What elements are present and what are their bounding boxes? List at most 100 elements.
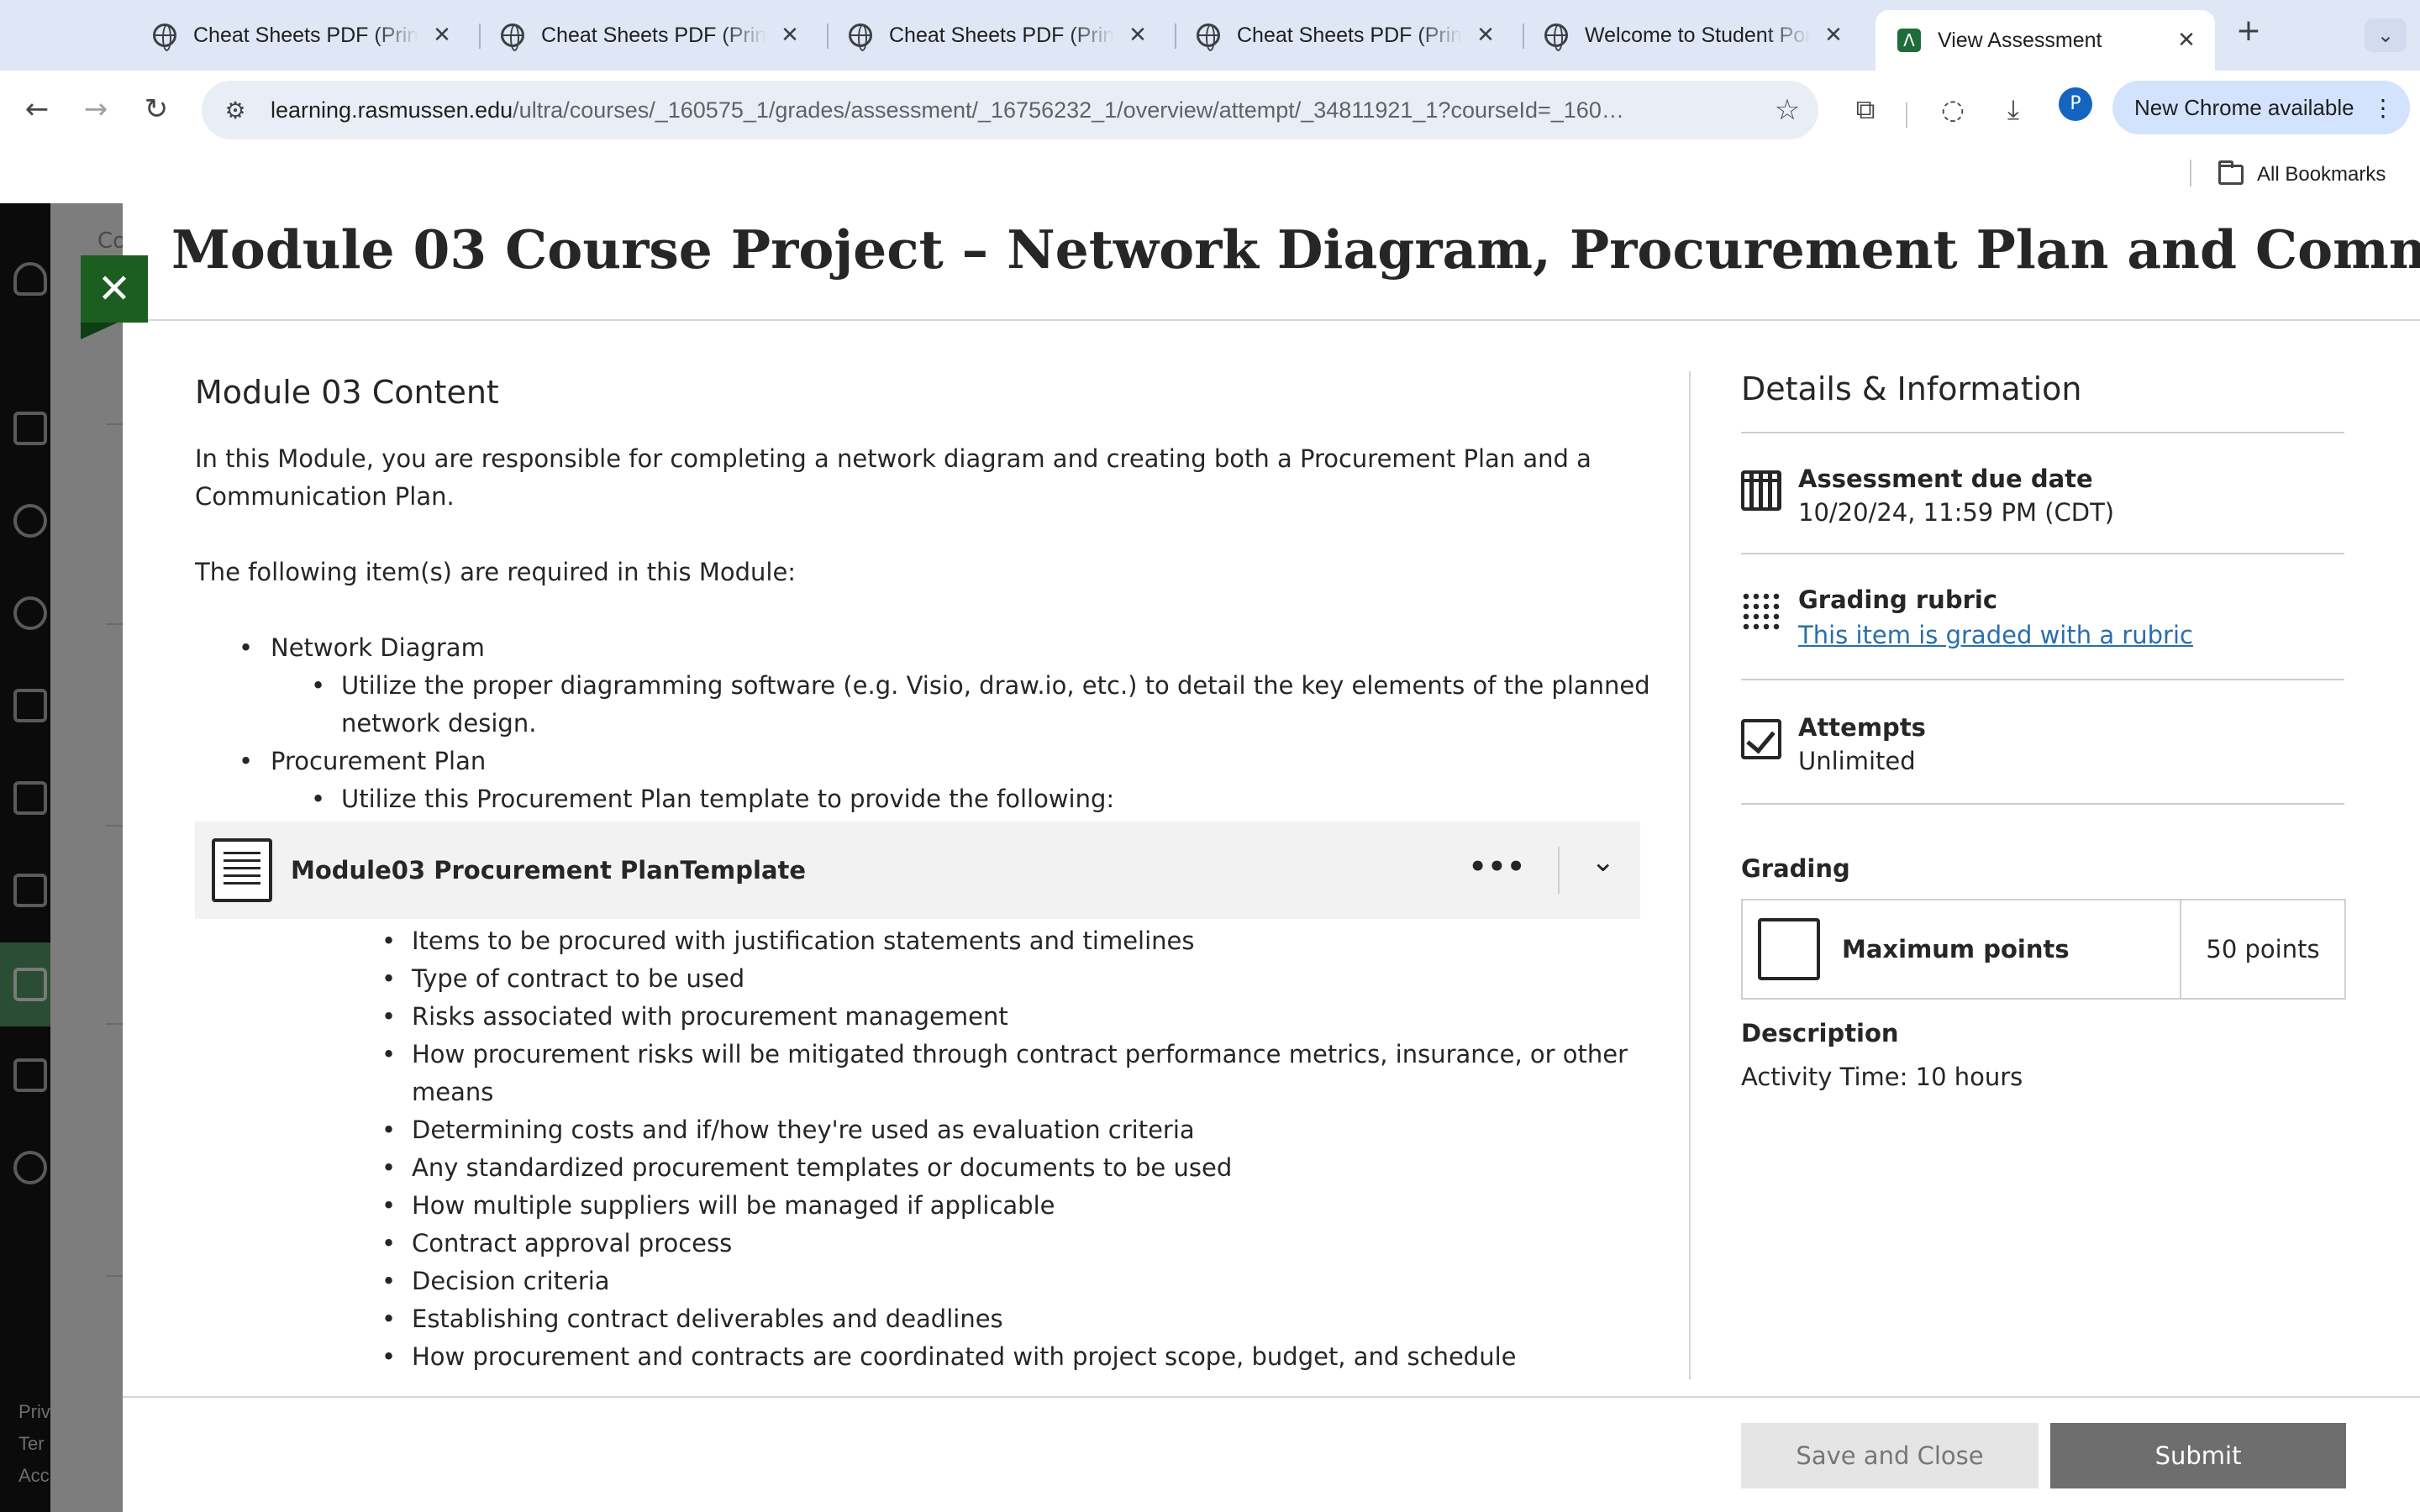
bookmark-star-icon[interactable]: ☆ (1766, 93, 1808, 127)
rubric-grid-icon (1741, 591, 1781, 632)
list-item: How procurement risks will be mitigated … (195, 1036, 1657, 1111)
list-item: Determining costs and if/how they're use… (195, 1111, 1657, 1149)
panel-footer: Save and Close Submit (123, 1396, 2420, 1512)
new-tab-icon[interactable]: + (2232, 13, 2265, 48)
due-date-row: Assessment due date 10/20/24, 11:59 PM (… (1741, 462, 2344, 529)
all-bookmarks-label: All Bookmarks (2257, 163, 2386, 186)
tab-title: View Assessment (1938, 28, 2102, 52)
attachment-name[interactable]: Module03 Procurement PlanTemplate (291, 852, 806, 890)
close-tab-icon[interactable]: ✕ (2175, 28, 2198, 53)
list-item: Any standardized procurement templates o… (195, 1149, 1657, 1187)
list-item: Utilize the proper diagramming software … (195, 667, 1657, 743)
browser-tab-active[interactable]: View Assessment ✕ (1876, 10, 2215, 71)
tools-icon[interactable] (13, 1058, 47, 1092)
url-text[interactable]: learning.rasmussen.edu/ultra/courses/_16… (271, 97, 1766, 123)
calendar-icon (1741, 470, 1781, 511)
more-options-icon[interactable]: ••• (1469, 848, 1526, 886)
messages-icon[interactable] (13, 874, 47, 907)
tab-title: Welcome to Student Portal (1585, 23, 1810, 47)
submit-button[interactable]: Submit (2050, 1423, 2346, 1488)
grading-label: Grading (1741, 854, 1850, 883)
browser-tab[interactable]: Cheat Sheets PDF (Printable) ✕ (479, 12, 818, 59)
browser-tab[interactable]: Cheat Sheets PDF (Printable) ✕ (827, 12, 1166, 59)
grades-icon[interactable] (13, 968, 47, 1001)
update-label: New Chrome available (2134, 94, 2354, 120)
reload-icon[interactable]: ↻ (136, 89, 176, 129)
sign-out-icon[interactable] (13, 1151, 47, 1184)
list-item: Establishing contract deliverables and d… (195, 1300, 1657, 1338)
divider (106, 1275, 123, 1277)
divider (106, 825, 123, 827)
max-points-value: 50 points (2180, 900, 2344, 998)
document-icon (212, 838, 272, 902)
terms-link[interactable]: Ter (18, 1433, 45, 1455)
toolbar-divider (1906, 102, 1907, 128)
intro-text: In this Module, you are responsible for … (195, 444, 1591, 511)
list-item: Contract approval process (195, 1225, 1657, 1263)
close-tab-icon[interactable]: ✕ (430, 23, 454, 48)
close-panel-button[interactable]: ✕ (81, 255, 148, 323)
list-item: Items to be procured with justification … (195, 922, 1657, 960)
list-item: Network Diagram (195, 629, 1657, 667)
browser-tab[interactable]: Cheat Sheets PDF (Printable) ✕ (1175, 12, 1514, 59)
attachment-file[interactable]: Module03 Procurement PlanTemplate ••• ⌄ (195, 822, 1640, 919)
globe-icon[interactable] (13, 596, 47, 630)
performance-icon[interactable]: ◌ (1933, 89, 1973, 129)
description-value: Activity Time: 10 hours (1741, 1063, 2023, 1091)
calendar-icon[interactable] (13, 781, 47, 815)
chevron-down-icon[interactable]: ⌄ (1591, 843, 1616, 881)
address-bar[interactable]: ⚙ learning.rasmussen.edu/ultra/courses/_… (202, 81, 1818, 139)
panel-header: Module 03 Course Project – Network Diagr… (123, 203, 2420, 321)
assessment-panel: Module 03 Course Project – Network Diagr… (123, 203, 2420, 1512)
tab-search-chevron-icon[interactable]: ⌄ (2365, 18, 2407, 52)
download-icon[interactable]: ⤓ (1993, 89, 2033, 129)
list-item: Procurement Plan (195, 743, 1657, 780)
browser-toolbar: ← → ↻ ⚙ learning.rasmussen.edu/ultra/cou… (0, 71, 2420, 215)
institution-icon[interactable] (13, 412, 47, 445)
close-tab-icon[interactable]: ✕ (1474, 23, 1497, 48)
browser-tab[interactable]: Cheat Sheets PDF (Printable) ✕ (131, 12, 471, 59)
attempts-label: Attempts (1798, 713, 1926, 742)
attempts-value: Unlimited (1798, 747, 1916, 775)
accessibility-link[interactable]: Acc (18, 1465, 50, 1487)
globe-icon (153, 24, 176, 51)
privacy-link[interactable]: Priv (18, 1401, 50, 1423)
globe-icon (1544, 24, 1568, 51)
max-points-label: Maximum points (1842, 935, 2070, 963)
save-and-close-button[interactable]: Save and Close (1741, 1423, 2039, 1488)
due-date-value: 10/20/24, 11:59 PM (CDT) (1798, 498, 2115, 527)
browser-tab[interactable]: Welcome to Student Portal ✕ (1523, 12, 1862, 59)
close-tab-fold (81, 323, 118, 339)
divider (1741, 553, 2344, 554)
site-settings-icon[interactable]: ⚙ (218, 97, 252, 124)
column-divider (1689, 371, 1691, 1379)
all-bookmarks-button[interactable]: All Bookmarks (2218, 160, 2386, 190)
sheet-icon (1758, 918, 1820, 980)
details-heading: Details & Information (1741, 370, 2082, 407)
required-items-list: Network Diagram Utilize the proper diagr… (195, 629, 1657, 818)
extensions-icon[interactable]: ⧉ (1845, 89, 1886, 129)
content-heading: Module 03 Content (195, 374, 499, 411)
folder-icon (2218, 160, 2244, 185)
forward-icon[interactable]: → (76, 89, 116, 129)
close-tab-icon[interactable]: ✕ (1126, 23, 1150, 48)
bookmarks-divider (2190, 160, 2191, 186)
back-icon[interactable]: ← (17, 89, 57, 129)
divider (1558, 847, 1560, 894)
profile-icon[interactable] (13, 504, 47, 538)
tab-strip: Cheat Sheets PDF (Printable) ✕ Cheat She… (0, 0, 2420, 71)
rubric-link[interactable]: This item is graded with a rubric (1798, 617, 2344, 654)
description-label: Description (1741, 1019, 1899, 1047)
tab-title: Cheat Sheets PDF (Printable) (889, 23, 1114, 47)
courses-icon[interactable] (13, 689, 47, 722)
tab-title: Cheat Sheets PDF (Printable) (1237, 23, 1462, 47)
new-chrome-available-button[interactable]: New Chrome available ⋮ (2112, 81, 2410, 134)
max-points-box: Maximum points 50 points (1741, 899, 2346, 1000)
globe-icon (1197, 24, 1220, 51)
close-tab-icon[interactable]: ✕ (1822, 23, 1845, 48)
list-item: Decision criteria (195, 1263, 1657, 1300)
tab-title: Cheat Sheets PDF (Printable) (193, 23, 418, 47)
profile-avatar[interactable]: P (2059, 87, 2092, 121)
divider (106, 423, 123, 425)
close-tab-icon[interactable]: ✕ (778, 23, 802, 48)
